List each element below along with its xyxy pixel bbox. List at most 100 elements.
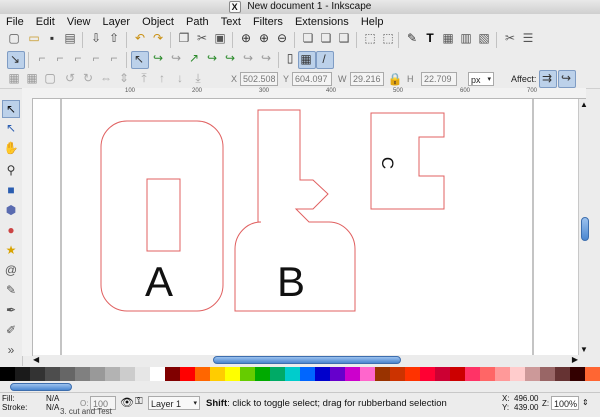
fill-stroke-icon[interactable]: ✎ [404, 30, 420, 46]
rotate-cw-icon[interactable]: ↻ [80, 70, 96, 86]
palette-swatch[interactable] [360, 367, 375, 381]
menu-object[interactable]: Object [142, 16, 174, 28]
palette-swatch[interactable] [255, 367, 270, 381]
h-field[interactable] [421, 72, 457, 86]
palette-swatch[interactable] [225, 367, 240, 381]
menu-help[interactable]: Help [361, 16, 384, 28]
palette-swatch[interactable] [180, 367, 195, 381]
menu-edit[interactable]: Edit [36, 16, 55, 28]
snap-smooth-nodes-icon[interactable]: ↪ [204, 50, 220, 66]
text-font-icon[interactable]: T [422, 30, 438, 46]
snap-page-border-icon[interactable]: ▯ [282, 50, 298, 66]
palette-swatch[interactable] [495, 367, 510, 381]
cut-icon[interactable]: ✂ [194, 30, 210, 46]
preferences-icon[interactable]: ☰ [520, 30, 536, 46]
unlink-clone-icon[interactable]: ❑ [336, 30, 352, 46]
node-tool-icon[interactable]: ↖ [3, 120, 19, 136]
zoom-drawing-icon[interactable]: ⊕ [256, 30, 272, 46]
snap-path-intersection-icon[interactable]: ↪ [168, 50, 184, 66]
menu-filters[interactable]: Filters [253, 16, 283, 28]
palette-swatch[interactable] [480, 367, 495, 381]
print-icon[interactable]: ▤ [62, 30, 78, 46]
flip-vertical-icon[interactable]: ⇕ [116, 70, 132, 86]
rotate-ccw-icon[interactable]: ↺ [62, 70, 78, 86]
selector-tool-icon[interactable]: ↖ [2, 100, 20, 118]
snap-midpoints-icon[interactable]: ↪ [222, 50, 238, 66]
clone-icon[interactable]: ❏ [318, 30, 334, 46]
palette-swatch[interactable] [465, 367, 480, 381]
palette-swatch[interactable] [135, 367, 150, 381]
palette-swatch[interactable] [150, 367, 165, 381]
transform-icon[interactable]: ▧ [476, 30, 492, 46]
menu-path[interactable]: Path [186, 16, 209, 28]
more-tools-icon[interactable]: » [3, 342, 19, 358]
snap-bbox-midpoint-icon[interactable]: ⌐ [88, 50, 104, 66]
select-all-icon[interactable]: ▦ [6, 70, 22, 86]
menu-layer[interactable]: Layer [103, 16, 131, 28]
ungroup-icon[interactable]: ⬚ [380, 30, 396, 46]
close-window-icon[interactable]: X [228, 1, 241, 13]
palette-swatch[interactable] [75, 367, 90, 381]
new-document-icon[interactable]: ▢ [6, 30, 22, 46]
lock-icon[interactable]: 🔒 [387, 71, 403, 87]
tweak-tool-icon[interactable]: ✋ [3, 140, 19, 156]
menu-file[interactable]: File [6, 16, 24, 28]
snap-bbox-icon[interactable]: ⌐ [34, 50, 50, 66]
group-icon[interactable]: ⬚ [362, 30, 378, 46]
save-icon[interactable]: ▪ [44, 30, 60, 46]
deselect-icon[interactable]: ▢ [42, 70, 58, 86]
unit-select[interactable]: px ▾ [468, 72, 494, 86]
palette-swatch[interactable] [330, 367, 345, 381]
palette-swatch[interactable] [405, 367, 420, 381]
palette-swatch[interactable] [585, 367, 600, 381]
horizontal-scroll-thumb[interactable] [213, 356, 401, 364]
zoom-field[interactable]: 100% [551, 396, 579, 410]
zoom-tool-icon[interactable]: ⚲ [3, 162, 19, 178]
lock-layer-icon[interactable]: ⚿ [135, 396, 143, 407]
palette-swatch[interactable] [240, 367, 255, 381]
vertical-scrollbar[interactable]: ▲ ▼ [578, 99, 591, 355]
scroll-up-icon[interactable]: ▲ [580, 100, 588, 109]
hide-layer-icon[interactable]: 👁 [120, 396, 134, 409]
snap-cusp-nodes-icon[interactable]: ↗ [186, 50, 202, 66]
snap-bbox-corner-icon[interactable]: ⌐ [70, 50, 86, 66]
raise-icon[interactable]: ↑ [154, 70, 170, 86]
w-field[interactable] [350, 72, 384, 86]
rectangle-tool-icon[interactable]: ■ [3, 182, 19, 198]
calligraphy-tool-icon[interactable]: ✐ [3, 322, 19, 338]
palette-swatch[interactable] [390, 367, 405, 381]
spiral-tool-icon[interactable]: @ [3, 262, 19, 278]
align-distribute-icon[interactable]: ▥ [458, 30, 474, 46]
palette-swatch[interactable] [60, 367, 75, 381]
snap-bbox-center-icon[interactable]: ⌐ [106, 50, 122, 66]
palette-swatch[interactable] [345, 367, 360, 381]
scroll-left-icon[interactable]: ◀ [33, 355, 39, 364]
pencil-tool-icon[interactable]: ✎ [3, 282, 19, 298]
select-all-layers-icon[interactable]: ▦ [24, 70, 40, 86]
palette-swatch[interactable] [315, 367, 330, 381]
palette-swatch[interactable] [105, 367, 120, 381]
menu-view[interactable]: View [67, 16, 91, 28]
import-icon[interactable]: ⇩ [88, 30, 104, 46]
paste-icon[interactable]: ▣ [212, 30, 228, 46]
snap-rotation-center-icon[interactable]: ↪ [258, 50, 274, 66]
palette-swatch[interactable] [300, 367, 315, 381]
flip-horizontal-icon[interactable]: ⇔ [98, 70, 114, 86]
star-tool-icon[interactable]: ★ [3, 242, 19, 258]
palette-swatch[interactable] [195, 367, 210, 381]
palette-swatch[interactable] [540, 367, 555, 381]
palette-swatch[interactable] [525, 367, 540, 381]
xml-editor-icon[interactable]: ▦ [440, 30, 456, 46]
vertical-scroll-thumb[interactable] [581, 217, 589, 241]
palette-swatch[interactable] [120, 367, 135, 381]
palette-scroll-thumb[interactable] [10, 383, 72, 391]
y-field[interactable] [292, 72, 332, 86]
palette-swatch[interactable] [30, 367, 45, 381]
snap-paths-icon[interactable]: ↪ [150, 50, 166, 66]
palette-swatch[interactable] [375, 367, 390, 381]
palette-swatch[interactable] [420, 367, 435, 381]
layer-select[interactable]: Layer 1 ▾ [148, 396, 200, 410]
snap-bbox-edge-icon[interactable]: ⌐ [52, 50, 68, 66]
palette-swatch[interactable] [45, 367, 60, 381]
palette-swatch[interactable] [435, 367, 450, 381]
